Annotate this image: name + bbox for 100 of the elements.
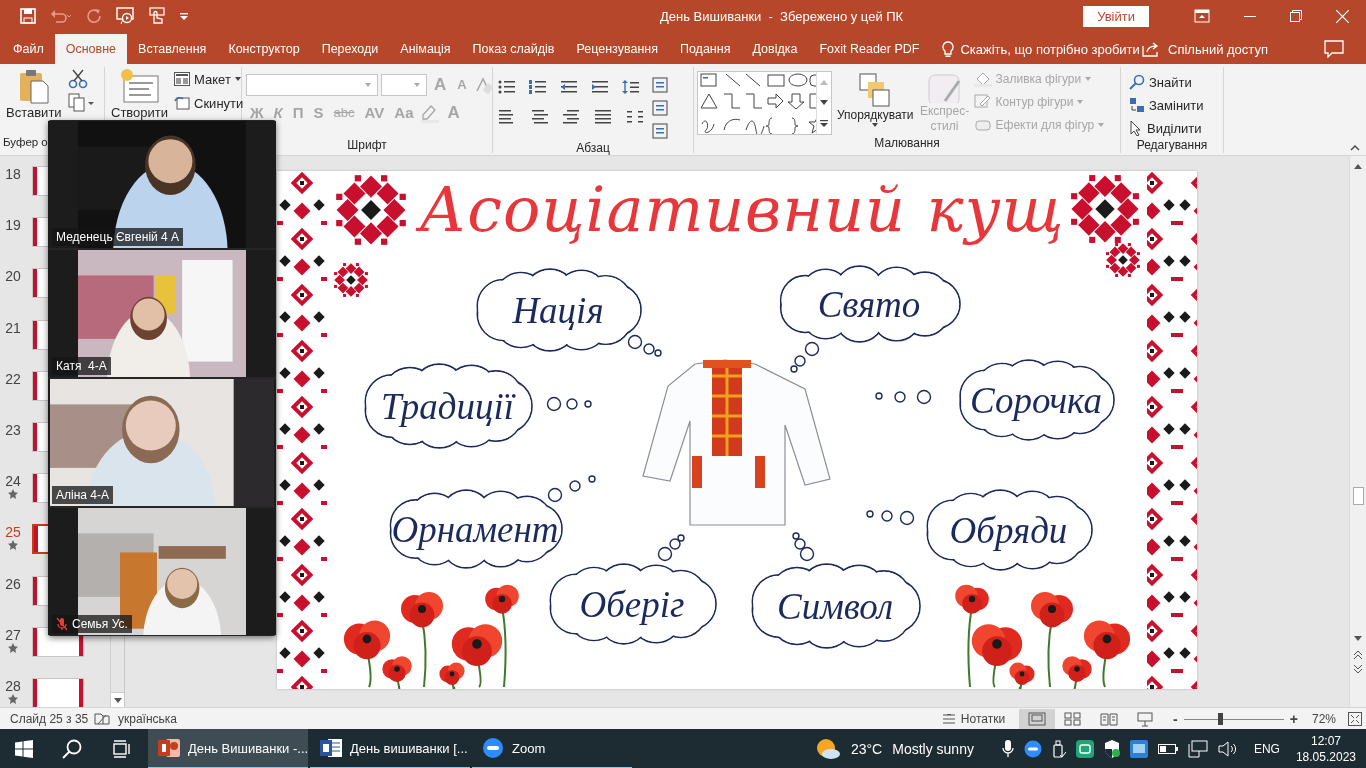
shield-icon[interactable] xyxy=(1103,740,1120,758)
taskbar-app[interactable]: День Вишиванки -... xyxy=(148,729,308,768)
zoom-out-button[interactable]: - xyxy=(1173,710,1178,727)
bullets-icon[interactable] xyxy=(497,78,517,96)
scroll-down-icon[interactable] xyxy=(1354,636,1362,641)
presentation-icon[interactable] xyxy=(116,7,134,25)
fit-slide-icon[interactable] xyxy=(1348,711,1362,726)
slide-thumbnail[interactable] xyxy=(32,677,84,707)
share-icon[interactable] xyxy=(1142,41,1161,57)
ribbon-display-icon[interactable] xyxy=(1194,9,1210,23)
new-slide-button[interactable]: Створити xyxy=(109,67,171,121)
shapes-gallery[interactable] xyxy=(698,72,816,134)
task-view-icon[interactable] xyxy=(113,740,131,758)
microphone-icon[interactable] xyxy=(1001,740,1014,758)
arrange-button[interactable]: Упорядкувати xyxy=(835,67,916,128)
sign-in-button[interactable]: Увійти xyxy=(1083,5,1149,27)
taskbar-app[interactable]: День вишиванки [... xyxy=(310,729,470,768)
ribbon-tab[interactable]: Основне xyxy=(54,34,128,64)
decrease-indent-icon[interactable] xyxy=(559,78,579,96)
save-icon[interactable] xyxy=(20,8,36,24)
more-icon[interactable] xyxy=(820,119,828,127)
slide-number: 18 xyxy=(5,166,21,182)
align-center-icon[interactable] xyxy=(529,108,549,126)
scroll-thumb[interactable] xyxy=(1352,487,1364,505)
search-icon[interactable] xyxy=(62,739,82,759)
tray-app-icon[interactable] xyxy=(1075,740,1094,758)
ornament-drawing xyxy=(334,263,368,297)
weather-condition[interactable]: Mostly sunny xyxy=(892,741,974,757)
ribbon-tab[interactable]: Анімація xyxy=(389,34,462,64)
ribbon-tab[interactable]: Показ слайдів xyxy=(461,34,566,64)
copy-icon[interactable] xyxy=(67,93,94,113)
share-button[interactable]: Спільний доступ xyxy=(1168,41,1268,57)
touch-icon[interactable] xyxy=(148,7,166,25)
replace-button[interactable]: Замінити xyxy=(1129,95,1204,115)
ribbon-tab[interactable]: Переходи xyxy=(310,34,390,64)
cut-icon[interactable] xyxy=(67,69,88,89)
caret-icon xyxy=(872,123,879,127)
slide-number: 20 xyxy=(5,268,21,285)
comments-icon[interactable] xyxy=(1324,40,1344,58)
effects-icon xyxy=(973,117,992,133)
notes-button[interactable]: Нотатки xyxy=(942,708,1006,729)
cloud-word: Орнамент xyxy=(391,507,559,551)
columns-icon[interactable] xyxy=(625,108,645,126)
network-icon[interactable] xyxy=(1187,740,1208,758)
usb-icon[interactable] xyxy=(1051,740,1066,758)
lightbulb-icon[interactable] xyxy=(942,40,955,58)
ribbon-tab[interactable]: Foxit Reader PDF xyxy=(808,34,931,64)
previous-slide-icon[interactable] xyxy=(1354,651,1362,659)
window-title: День Вишиванки - Збережено у цей ПК xyxy=(659,8,905,24)
weather-icon[interactable] xyxy=(814,738,841,760)
layout-button[interactable]: Макет xyxy=(174,69,244,89)
spelling-icon[interactable] xyxy=(94,711,110,726)
slide-number: 27 xyxy=(5,626,21,643)
select-button[interactable]: Виділити xyxy=(1129,118,1202,138)
zoom-percent[interactable]: 72% xyxy=(1311,711,1336,726)
group-label: Абзац xyxy=(575,141,611,155)
thought-dots xyxy=(875,389,932,405)
clock-date[interactable]: 18.05.2023 xyxy=(1295,749,1356,765)
temperature[interactable]: 23°C xyxy=(850,741,883,757)
slide-number: 19 xyxy=(5,217,21,234)
find-button[interactable]: Знайти xyxy=(1129,72,1192,92)
ribbon-tab[interactable]: Конструктор xyxy=(217,34,311,64)
next-slide-icon[interactable] xyxy=(1354,665,1362,673)
participant-name: Аліна 4-А xyxy=(52,486,113,504)
scroll-down-icon[interactable] xyxy=(820,99,828,105)
ribbon-tab[interactable]: Рецензування xyxy=(565,34,669,64)
scroll-down-icon[interactable] xyxy=(113,697,122,703)
volume-icon[interactable] xyxy=(1217,741,1238,757)
taskbar-app[interactable]: Zoom xyxy=(472,729,632,768)
view-button[interactable] xyxy=(1019,708,1056,729)
reset-button[interactable]: Скинути xyxy=(174,93,244,113)
close-icon[interactable] xyxy=(1336,9,1349,23)
line-spacing-icon[interactable] xyxy=(621,78,641,96)
zoom-in-button[interactable]: + xyxy=(1289,710,1298,727)
pencil-icon xyxy=(973,94,992,110)
scrollbar[interactable] xyxy=(1349,156,1366,707)
group-label: Малювання xyxy=(873,136,941,152)
input-language[interactable]: ENG xyxy=(1253,742,1280,756)
numbering-icon[interactable] xyxy=(528,78,548,96)
ribbon-tab[interactable]: Вставлення xyxy=(127,34,218,64)
tray-window-icon[interactable] xyxy=(1129,740,1148,758)
align-right-icon[interactable] xyxy=(561,108,581,126)
increase-indent-icon[interactable] xyxy=(590,78,610,96)
battery-icon[interactable] xyxy=(1157,743,1178,755)
ribbon-tab[interactable]: Довідка xyxy=(741,34,809,64)
collapse-ribbon-icon[interactable] xyxy=(1350,145,1360,151)
ribbon-tab[interactable]: Файл xyxy=(2,34,55,64)
tell-me-field[interactable]: Скажіть, що потрібно зробити xyxy=(960,41,1140,57)
windows-start-icon[interactable] xyxy=(15,740,33,758)
scroll-up-icon[interactable] xyxy=(1354,164,1362,169)
paste-button[interactable]: Вставити xyxy=(4,67,64,121)
zoom-slider-thumb[interactable] xyxy=(1217,712,1223,725)
participant-name: Катя 4-А xyxy=(52,357,111,375)
ribbon-tab[interactable]: Подання xyxy=(668,34,742,64)
clock-time[interactable]: 12:07 xyxy=(1310,733,1341,749)
restore-icon[interactable] xyxy=(1290,10,1302,22)
customize-caret-icon[interactable] xyxy=(180,12,188,20)
justify-icon[interactable] xyxy=(593,108,613,126)
language-indicator[interactable]: українська xyxy=(118,711,177,726)
slide-number: 21 xyxy=(5,319,21,336)
